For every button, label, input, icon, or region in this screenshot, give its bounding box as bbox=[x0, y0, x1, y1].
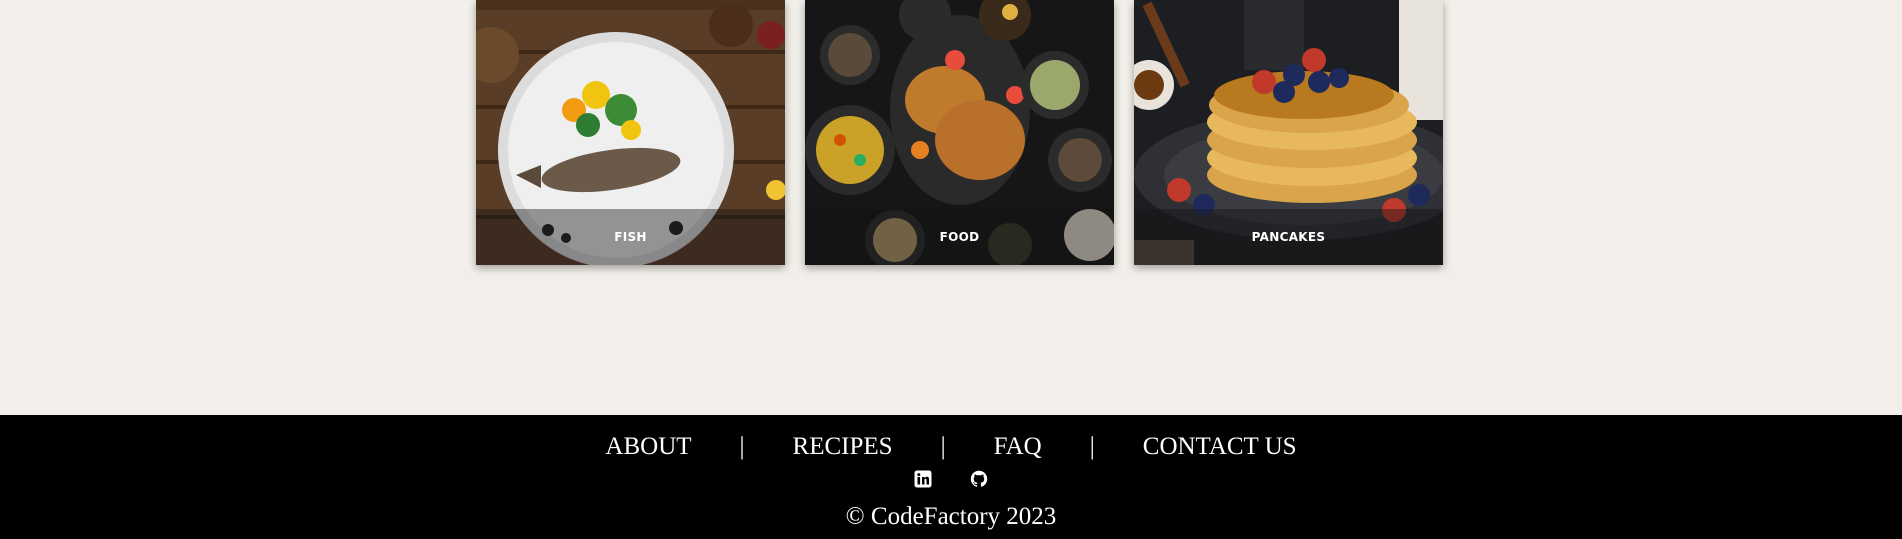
footer-social-links bbox=[0, 470, 1902, 488]
site-footer: ABOUT | RECIPES | FAQ | CONTACT US © Cod… bbox=[0, 415, 1902, 539]
card-fish[interactable]: FISH bbox=[476, 0, 785, 265]
card-label: FISH bbox=[614, 230, 647, 244]
category-cards: FISH FOOD PANCAKES bbox=[476, 0, 1443, 265]
footer-link-about[interactable]: ABOUT bbox=[605, 434, 691, 459]
card-food[interactable]: FOOD bbox=[805, 0, 1114, 265]
linkedin-icon[interactable] bbox=[914, 470, 932, 488]
footer-link-contact-us[interactable]: CONTACT US bbox=[1143, 434, 1297, 459]
github-icon[interactable] bbox=[970, 470, 988, 488]
copyright-text: © CodeFactory 2023 bbox=[845, 503, 1057, 530]
nav-separator: | bbox=[1089, 433, 1095, 460]
nav-separator: | bbox=[940, 433, 946, 460]
card-caption-bar: FOOD bbox=[805, 209, 1114, 265]
card-label: PANCAKES bbox=[1251, 230, 1326, 244]
card-caption-bar: FISH bbox=[476, 209, 785, 265]
card-pancakes[interactable]: PANCAKES bbox=[1134, 0, 1443, 265]
footer-link-recipes[interactable]: RECIPES bbox=[793, 434, 893, 459]
card-label: FOOD bbox=[939, 230, 980, 244]
footer-nav: ABOUT | RECIPES | FAQ | CONTACT US bbox=[0, 434, 1902, 459]
card-caption-bar: PANCAKES bbox=[1134, 209, 1443, 265]
nav-separator: | bbox=[739, 433, 745, 460]
footer-link-faq[interactable]: FAQ bbox=[994, 434, 1042, 459]
